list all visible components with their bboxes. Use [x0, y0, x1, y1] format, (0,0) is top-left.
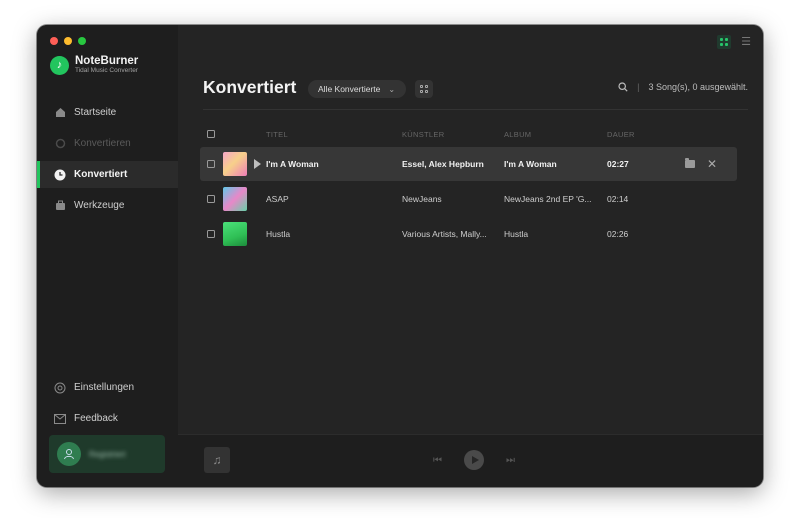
grid-view-button[interactable] — [717, 35, 732, 49]
close-window-button[interactable] — [50, 37, 58, 45]
sidebar-item-werkzeuge[interactable]: Werkzeuge — [37, 192, 178, 219]
row-album: I'm A Woman — [504, 159, 557, 169]
clock-icon — [54, 169, 66, 181]
sidebar-nav: Startseite Konvertieren Konvertiert Werk… — [37, 99, 178, 223]
row-album: Hustla — [504, 229, 529, 239]
sidebar-item-label: Einstellungen — [74, 382, 135, 393]
selection-status: 3 Song(s), 0 ausgewählt. — [648, 82, 748, 92]
chevron-down-icon: ⌄ — [388, 84, 396, 94]
maximize-window-button[interactable] — [78, 37, 86, 45]
close-icon[interactable]: ✕ — [707, 158, 717, 170]
column-duration: DAUER — [607, 130, 635, 139]
toolbox-icon — [54, 200, 66, 212]
search-icon[interactable] — [618, 82, 628, 92]
filter-label: Alle Konvertierte — [318, 84, 381, 94]
next-track-icon[interactable]: ⏭ — [506, 455, 515, 466]
app-window: ♪ NoteBurner Tidal Music Converter Start… — [37, 25, 763, 487]
sidebar: ♪ NoteBurner Tidal Music Converter Start… — [37, 25, 178, 487]
row-artist: Various Artists, Mally... — [402, 229, 487, 239]
sidebar-item-einstellungen[interactable]: Einstellungen — [37, 374, 178, 401]
user-name: Registriert — [89, 449, 126, 459]
row-checkbox[interactable] — [207, 160, 215, 168]
grid-layout-icon[interactable] — [415, 80, 433, 98]
sidebar-item-label: Werkzeuge — [74, 200, 125, 211]
row-duration: 02:26 — [607, 229, 629, 239]
sidebar-item-label: Konvertieren — [74, 138, 131, 149]
row-title: Hustla — [266, 229, 291, 239]
music-note-icon: ♫ — [204, 447, 230, 473]
separator: | — [637, 82, 640, 92]
sidebar-item-konvertieren[interactable]: Konvertieren — [37, 130, 178, 157]
sidebar-item-label: Konvertiert — [74, 169, 128, 180]
window-controls — [50, 37, 86, 45]
home-icon — [54, 107, 66, 119]
brand: ♪ NoteBurner Tidal Music Converter — [50, 55, 138, 75]
row-album: NewJeans 2nd EP 'G... — [504, 194, 592, 204]
play-icon[interactable] — [254, 159, 261, 169]
page-title: Konvertiert — [203, 77, 297, 97]
search-area: | 3 Song(s), 0 ausgewählt. — [618, 82, 748, 92]
column-artist: KÜNSTLER — [402, 130, 445, 139]
column-album: ALBUM — [504, 130, 532, 139]
album-cover — [223, 187, 247, 211]
app-subtitle: Tidal Music Converter — [75, 67, 138, 74]
row-duration: 02:27 — [607, 159, 629, 169]
noteburner-logo-icon: ♪ — [50, 55, 69, 75]
convert-icon — [54, 138, 66, 150]
play-button[interactable] — [464, 450, 484, 470]
row-duration: 02:14 — [607, 194, 629, 204]
sidebar-item-konvertiert[interactable]: Konvertiert — [37, 161, 178, 188]
row-artist: Essel, Alex Hepburn — [402, 159, 484, 169]
table-row[interactable]: I'm A Woman Essel, Alex Hepburn I'm A Wo… — [200, 147, 737, 181]
row-title: I'm A Woman — [266, 159, 319, 169]
row-title: ASAP — [266, 194, 289, 204]
previous-track-icon[interactable]: ⏮ — [433, 455, 442, 466]
album-cover — [223, 222, 247, 246]
list-view-icon[interactable]: ☰ — [741, 36, 751, 48]
sidebar-item-label: Feedback — [74, 413, 118, 424]
table-row[interactable]: Hustla Various Artists, Mally... Hustla … — [200, 217, 737, 251]
select-all-checkbox[interactable] — [207, 130, 215, 138]
sidebar-item-label: Startseite — [74, 107, 117, 118]
column-title: TITEL — [266, 130, 288, 139]
sidebar-item-startseite[interactable]: Startseite — [37, 99, 178, 126]
player-bar: ♫ ⏮ ⏭ — [178, 434, 763, 487]
user-icon — [64, 449, 74, 460]
filter-dropdown[interactable]: Alle Konvertierte ⌄ — [308, 80, 406, 98]
table-row[interactable]: ASAP NewJeans NewJeans 2nd EP 'G... 02:1… — [200, 182, 737, 216]
row-artist: NewJeans — [402, 194, 442, 204]
row-checkbox[interactable] — [207, 195, 215, 203]
row-actions: ✕ — [684, 147, 717, 181]
album-cover — [223, 152, 247, 176]
mail-icon — [54, 413, 66, 425]
row-checkbox[interactable] — [207, 230, 215, 238]
user-account-box[interactable]: Registriert — [49, 435, 165, 473]
main-content: ☰ Konvertiert Alle Konvertierte ⌄ | 3 So… — [178, 25, 763, 487]
sidebar-item-feedback[interactable]: Feedback — [37, 405, 178, 432]
folder-icon[interactable] — [684, 158, 695, 168]
header-divider — [203, 109, 748, 110]
app-name: NoteBurner — [75, 55, 139, 67]
avatar — [57, 442, 81, 466]
table-header: TITEL KÜNSTLER ALBUM DAUER — [203, 128, 748, 142]
sidebar-bottom-nav: Einstellungen Feedback — [37, 374, 178, 436]
minimize-window-button[interactable] — [64, 37, 72, 45]
playback-controls: ⏮ ⏭ — [433, 450, 515, 470]
view-toggle: ☰ — [717, 35, 751, 49]
gear-icon — [54, 382, 66, 394]
